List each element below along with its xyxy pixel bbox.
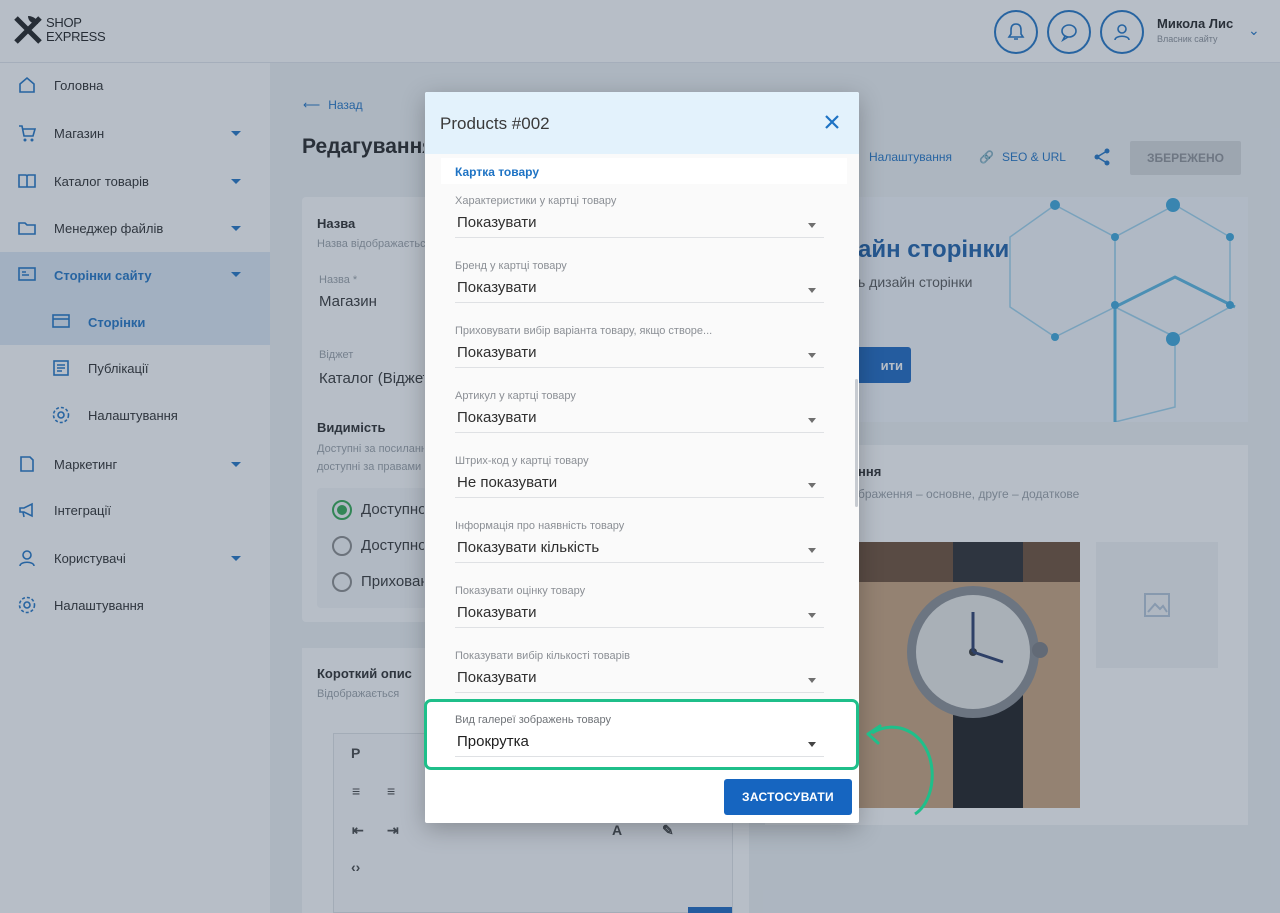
- select-hide-variant[interactable]: Приховувати вибір варіанта товару, якщо …: [455, 325, 824, 383]
- section-title: Картка товару: [455, 165, 539, 179]
- field-value: Показувати: [457, 604, 537, 621]
- field-value: Показувати: [457, 279, 537, 296]
- caret-down-icon: [808, 742, 816, 747]
- field-value: Не показувати: [457, 474, 558, 491]
- pointer-arrow-icon: [866, 724, 934, 816]
- field-value: Показувати: [457, 669, 537, 686]
- caret-down-icon: [808, 288, 816, 293]
- field-label: Показувати вибір кількості товарів: [455, 650, 631, 662]
- field-value: Показувати: [457, 344, 537, 361]
- caret-down-icon: [808, 613, 816, 618]
- field-label: Артикул у картці товару: [455, 390, 576, 402]
- select-availability[interactable]: Інформація про наявність товару Показува…: [455, 520, 824, 578]
- select-barcode[interactable]: Штрих-код у картці товару Не показувати: [455, 455, 824, 513]
- field-label: Вид галереї зображень товару: [455, 714, 612, 726]
- select-sku[interactable]: Артикул у картці товару Показувати: [455, 390, 824, 448]
- field-value: Прокрутка: [457, 733, 529, 750]
- modal-scrollbar[interactable]: [855, 379, 858, 507]
- field-label: Приховувати вибір варіанта товару, якщо …: [455, 325, 713, 337]
- select-brand[interactable]: Бренд у картці товару Показувати: [455, 260, 824, 318]
- field-label: Інформація про наявність товару: [455, 520, 625, 532]
- field-label: Штрих-код у картці товару: [455, 455, 589, 467]
- field-value: Показувати кількість: [457, 539, 600, 556]
- caret-down-icon: [808, 483, 816, 488]
- caret-down-icon: [808, 418, 816, 423]
- select-gallery-view[interactable]: Вид галереї зображень товару Прокрутка: [455, 714, 824, 764]
- caret-down-icon: [808, 678, 816, 683]
- modal-header: Products #002: [425, 92, 859, 154]
- close-icon[interactable]: [821, 111, 843, 133]
- field-value: Показувати: [457, 214, 537, 231]
- caret-down-icon: [808, 223, 816, 228]
- select-characteristics[interactable]: Характеристики у картці товару Показуват…: [455, 195, 824, 253]
- field-value: Показувати: [457, 409, 537, 426]
- field-label: Характеристики у картці товару: [455, 195, 617, 207]
- caret-down-icon: [808, 548, 816, 553]
- field-label: Показувати оцінку товару: [455, 585, 586, 597]
- caret-down-icon: [808, 353, 816, 358]
- section-header: Картка товару: [441, 158, 847, 184]
- modal-title: Products #002: [440, 114, 550, 133]
- field-label: Бренд у картці товару: [455, 260, 567, 272]
- apply-button[interactable]: ЗАСТОСУВАТИ: [724, 779, 852, 815]
- select-rating[interactable]: Показувати оцінку товару Показувати: [455, 585, 824, 643]
